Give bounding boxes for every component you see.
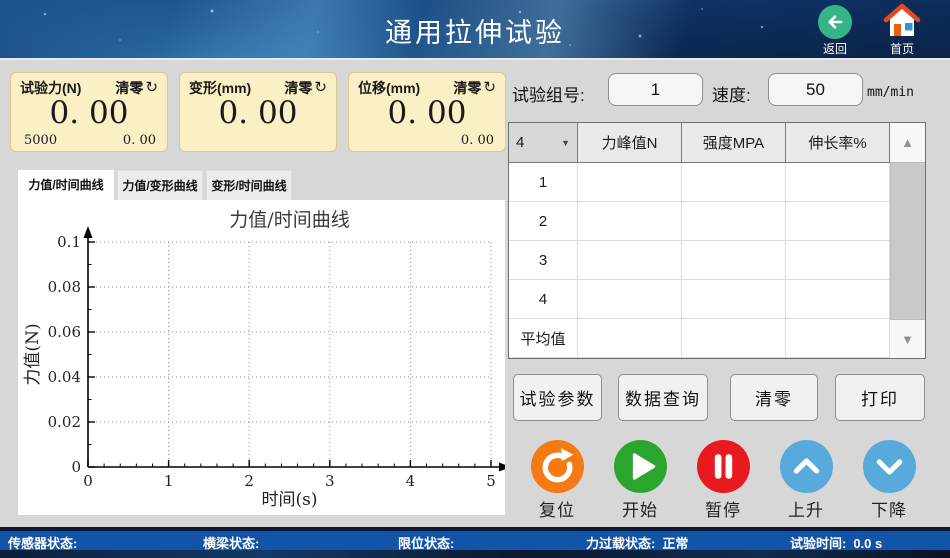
table-scroll-up-button[interactable]: ▲ xyxy=(890,123,925,163)
rotate-icon: ↻ xyxy=(145,81,158,95)
start-button-label: 开始 xyxy=(604,496,676,521)
clear-button[interactable]: 清零 xyxy=(730,374,818,421)
column-header-elongation: 伸长率% xyxy=(786,123,890,163)
down-button-label: 下降 xyxy=(853,496,925,521)
table-cell xyxy=(786,241,890,280)
table-cell xyxy=(786,163,890,202)
table-cell xyxy=(682,241,786,280)
speed-unit: mm/min xyxy=(867,85,914,100)
group-number-label: 试验组号: xyxy=(512,81,585,106)
table-cell xyxy=(786,280,890,319)
speed-input[interactable] xyxy=(768,73,863,106)
svg-text:1: 1 xyxy=(164,472,174,490)
row-count-select[interactable]: 4 ▼ xyxy=(509,123,578,163)
svg-text:力值/时间曲线: 力值/时间曲线 xyxy=(229,209,349,231)
chevron-down-icon xyxy=(863,440,916,493)
svg-text:0.06: 0.06 xyxy=(48,323,81,341)
tab-force-time-curve[interactable]: 力值/时间曲线 xyxy=(18,170,114,201)
back-button-label: 返回 xyxy=(810,40,860,57)
deformation-value: 0. 00 xyxy=(180,97,336,130)
svg-text:0.1: 0.1 xyxy=(57,233,81,251)
pause-button[interactable]: 暂停 xyxy=(687,440,759,521)
force-value: 0. 00 xyxy=(11,97,167,130)
home-button[interactable] xyxy=(883,3,921,40)
rotate-icon: ↻ xyxy=(314,81,327,95)
svg-text:0.04: 0.04 xyxy=(48,368,81,386)
svg-text:4: 4 xyxy=(406,472,416,490)
tab-force-deformation-curve[interactable]: 力值/变形曲线 xyxy=(117,170,203,200)
start-button[interactable]: 开始 xyxy=(604,440,676,521)
scroll-up-icon: ▲ xyxy=(901,135,914,150)
table-cell xyxy=(578,280,682,319)
force-meter: 试验力(N) 清零 ↻ 0. 00 5000 0. 00 xyxy=(10,72,168,152)
pause-button-label: 暂停 xyxy=(687,496,759,521)
column-header-strength: 强度MPA xyxy=(682,123,786,163)
svg-text:0: 0 xyxy=(71,458,81,476)
row-label-average: 平均值 xyxy=(509,319,578,358)
reset-button-label: 复位 xyxy=(521,496,593,521)
table-cell xyxy=(578,202,682,241)
chevron-up-icon xyxy=(780,440,833,493)
scroll-down-icon: ▼ xyxy=(901,332,914,347)
tab-deformation-time-curve[interactable]: 变形/时间曲线 xyxy=(206,170,292,200)
group-number-input[interactable] xyxy=(608,73,703,106)
svg-text:0: 0 xyxy=(83,472,93,490)
home-icon xyxy=(883,3,921,39)
svg-text:0.02: 0.02 xyxy=(48,413,81,431)
svg-text:0.08: 0.08 xyxy=(48,278,81,296)
table-cell xyxy=(786,319,890,358)
reset-icon xyxy=(531,440,584,493)
table-cell xyxy=(682,280,786,319)
displacement-meter: 位移(mm) 清零 ↻ 0. 00 0. 00 xyxy=(348,72,506,152)
deformation-meter: 变形(mm) 清零 ↻ 0. 00 xyxy=(179,72,337,152)
table-cell xyxy=(578,319,682,358)
home-button-label: 首页 xyxy=(877,40,927,57)
dropdown-icon: ▼ xyxy=(561,138,570,148)
back-arrow-icon xyxy=(822,9,848,35)
force-time-chart: 力值/时间曲线 0 1 2 3 4 5 0 0.02 0.04 0.06 0.08 0.1 时间(s) 力值… xyxy=(18,200,505,515)
table-cell xyxy=(682,163,786,202)
data-query-button[interactable]: 数据查询 xyxy=(618,374,708,421)
rotate-icon: ↻ xyxy=(483,81,496,95)
tensile-test-screen: 通用拉伸试验 返回 首页 试验力(N) 清零 ↻ 0. 00 xyxy=(0,0,950,558)
row-label: 4 xyxy=(509,280,578,319)
force-sub-value: 0. 00 xyxy=(123,133,156,148)
speed-label: 速度: xyxy=(712,81,751,106)
svg-text:5: 5 xyxy=(486,472,496,490)
displacement-sub-value: 0. 00 xyxy=(461,133,494,148)
play-icon xyxy=(614,440,667,493)
svg-text:时间(s): 时间(s) xyxy=(262,490,318,510)
svg-text:力值(N): 力值(N) xyxy=(23,323,43,385)
table-cell xyxy=(682,202,786,241)
table-scrollbar[interactable] xyxy=(890,163,925,319)
pause-icon xyxy=(697,440,750,493)
column-header-peak-force: 力峰值N xyxy=(578,123,682,163)
up-button[interactable]: 上升 xyxy=(770,440,842,521)
bottom-strip xyxy=(0,550,950,558)
row-label: 3 xyxy=(509,241,578,280)
table-cell xyxy=(682,319,786,358)
print-button[interactable]: 打印 xyxy=(835,374,925,421)
back-button[interactable] xyxy=(818,5,852,39)
table-cell xyxy=(786,202,890,241)
down-button[interactable]: 下降 xyxy=(853,440,925,521)
svg-text:3: 3 xyxy=(325,472,335,490)
test-parameters-button[interactable]: 试验参数 xyxy=(513,374,602,421)
table-cell xyxy=(578,163,682,202)
chart-panel: 力值/时间曲线 0 1 2 3 4 5 0 0.02 0.04 0.06 0.08 0.1 时间(s) 力值… xyxy=(18,200,505,515)
table-cell xyxy=(578,241,682,280)
row-label: 1 xyxy=(509,163,578,202)
reset-button[interactable]: 复位 xyxy=(521,440,593,521)
up-button-label: 上升 xyxy=(770,496,842,521)
header: 通用拉伸试验 返回 首页 xyxy=(0,0,950,60)
row-label: 2 xyxy=(509,202,578,241)
results-table: 4 ▼ 力峰值N 强度MPA 伸长率% ▲ 1 2 3 4 平均值 ▼ xyxy=(508,122,926,359)
displacement-value: 0. 00 xyxy=(349,97,505,130)
status-bar: 传感器状态: 横梁状态: 限位状态: 力过载状态:正常 试验时间:0.0 s xyxy=(0,531,950,550)
svg-text:2: 2 xyxy=(244,472,254,490)
page-title: 通用拉伸试验 xyxy=(0,11,950,50)
force-range-value: 5000 xyxy=(24,133,57,148)
table-scroll-down-button[interactable]: ▼ xyxy=(890,319,925,358)
